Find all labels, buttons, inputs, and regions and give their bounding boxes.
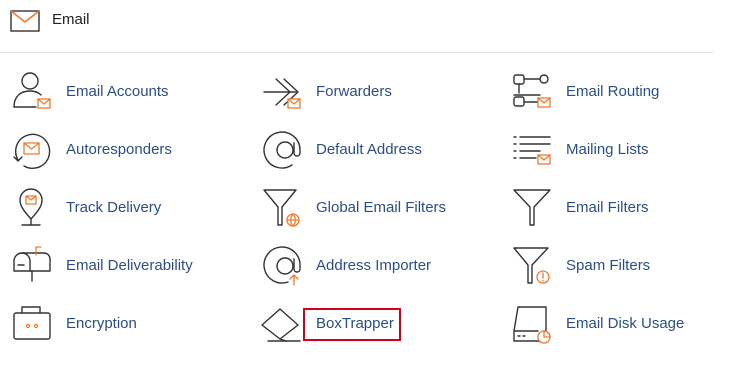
item-label: Email Deliverability [66, 257, 193, 274]
item-label: Email Routing [566, 83, 660, 100]
email-deliverability-icon [13, 246, 51, 282]
item-label: Email Accounts [66, 83, 169, 100]
encryption-link[interactable]: Encryption [10, 301, 250, 347]
item-label: Mailing Lists [566, 141, 649, 158]
email-disk-usage-link[interactable]: Email Disk Usage [510, 301, 731, 347]
spam-filters-icon [513, 247, 550, 284]
email-routing-icon [513, 74, 551, 108]
email-section-header: Email [0, 0, 713, 53]
forwarders-link[interactable]: Forwarders [260, 69, 500, 115]
item-label: Address Importer [316, 257, 432, 274]
autoresponders-icon [13, 133, 51, 170]
email-filters-icon [513, 189, 551, 226]
item-label: Email Filters [566, 199, 649, 216]
item-label: Spam Filters [566, 257, 651, 274]
item-label: Track Delivery [66, 199, 162, 216]
address-importer-icon [263, 246, 301, 286]
global-email-filters-link[interactable]: Global Email Filters [260, 185, 500, 231]
email-routing-link[interactable]: Email Routing [510, 69, 731, 115]
email-filters-link[interactable]: Email Filters [510, 185, 731, 231]
default-address-link[interactable]: Default Address [260, 127, 500, 173]
track-delivery-icon [19, 188, 43, 226]
email-deliverability-link[interactable]: Email Deliverability [10, 243, 250, 289]
boxtrapper-highlight-box [303, 308, 401, 341]
default-address-icon [263, 131, 301, 169]
item-label: Autoresponders [66, 141, 172, 158]
mailing-lists-icon [513, 136, 551, 165]
encryption-icon [13, 306, 51, 340]
item-label: Global Email Filters [316, 199, 447, 216]
mailing-lists-link[interactable]: Mailing Lists [510, 127, 731, 173]
envelope-icon [10, 10, 40, 32]
item-label: Default Address [316, 141, 422, 158]
email-disk-usage-icon [513, 306, 551, 344]
email-accounts-icon [13, 72, 51, 109]
track-delivery-link[interactable]: Track Delivery [10, 185, 250, 231]
item-label: Email Disk Usage [566, 315, 685, 332]
item-label: Encryption [66, 315, 137, 332]
boxtrapper-icon [261, 308, 301, 342]
global-email-filters-icon [263, 189, 300, 227]
spam-filters-link[interactable]: Spam Filters [510, 243, 731, 289]
address-importer-link[interactable]: Address Importer [260, 243, 500, 289]
email-accounts-link[interactable]: Email Accounts [10, 69, 250, 115]
forwarders-icon [263, 78, 301, 109]
autoresponders-link[interactable]: Autoresponders [10, 127, 250, 173]
item-label: Forwarders [316, 83, 392, 100]
section-title: Email [52, 11, 90, 28]
